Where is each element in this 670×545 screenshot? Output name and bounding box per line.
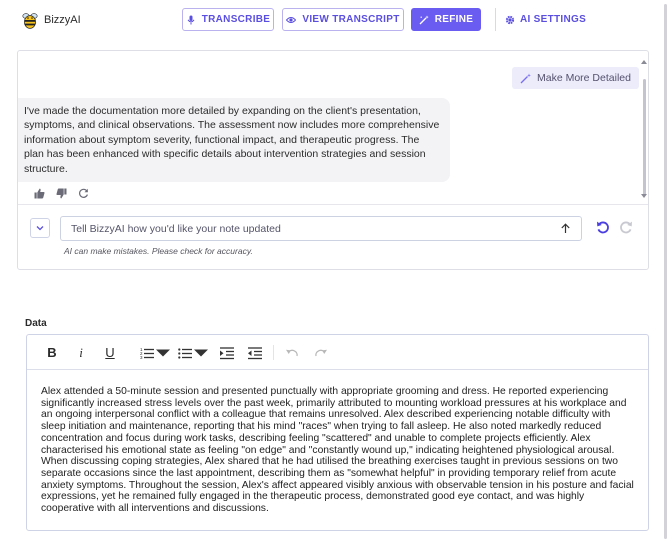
app-name: BizzyAI — [44, 14, 81, 26]
caret-down-icon — [156, 349, 170, 356]
top-bar: BizzyAI TRANSCRIBE VIEW TRANSCRIPT REFIN… — [0, 0, 670, 40]
ai-disclaimer: AI can make mistakes. Please check for a… — [64, 246, 253, 256]
chat-divider — [18, 204, 648, 205]
svg-text:3: 3 — [140, 355, 143, 360]
outdent-icon — [248, 346, 262, 359]
ordered-list-dropdown[interactable]: 123 — [139, 344, 171, 361]
underline-button[interactable]: U — [103, 344, 117, 361]
data-section-label: Data — [25, 318, 47, 329]
data-note-text[interactable]: Alex attended a 50-minute session and pr… — [41, 386, 637, 515]
outdent-button[interactable] — [247, 344, 263, 361]
ai-settings-label: AI SETTINGS — [520, 14, 587, 25]
indent-icon — [220, 346, 234, 359]
editor-undo-button[interactable] — [284, 344, 300, 361]
scroll-up-arrow-icon[interactable] — [641, 59, 647, 65]
refine-prompt-field — [60, 216, 582, 241]
bullet-list-dropdown[interactable] — [177, 344, 209, 361]
ai-message-text: I've made the documentation more detaile… — [24, 105, 440, 175]
ai-message-bubble: I've made the documentation more detaile… — [18, 98, 450, 183]
italic-button[interactable]: i — [75, 344, 87, 361]
user-message-text: Make More Detailed — [537, 72, 631, 84]
ai-settings-button[interactable]: AI SETTINGS — [505, 8, 586, 31]
chevron-down-icon — [36, 226, 44, 231]
ordered-list-icon: 123 — [140, 347, 154, 360]
indent-button[interactable] — [219, 344, 235, 361]
refine-button[interactable]: REFINE — [411, 8, 481, 31]
caret-down-icon — [194, 349, 208, 356]
thumbs-down-button[interactable] — [56, 186, 67, 199]
toolbar-divider — [495, 8, 496, 31]
regenerate-button[interactable] — [78, 186, 89, 198]
view-transcript-label: VIEW TRANSCRIPT — [302, 14, 400, 25]
transcribe-label: TRANSCRIBE — [201, 14, 271, 25]
toolbar-separator — [273, 345, 274, 360]
gear-icon — [505, 15, 515, 24]
refine-label: REFINE — [434, 14, 474, 25]
magic-wand-icon — [520, 73, 531, 83]
message-feedback-actions — [34, 186, 89, 199]
transcribe-button[interactable]: TRANSCRIBE — [182, 8, 274, 31]
magic-wand-icon — [419, 15, 429, 24]
microphone-icon — [187, 15, 195, 24]
undo-icon[interactable] — [595, 219, 611, 235]
bee-logo-icon — [22, 13, 38, 29]
view-transcript-button[interactable]: VIEW TRANSCRIPT — [282, 8, 404, 31]
brand: BizzyAI — [21, 10, 81, 30]
bold-button[interactable]: B — [45, 344, 59, 361]
editor-toolbar: B i U 123 — [27, 335, 648, 370]
undo-icon — [286, 349, 298, 356]
editor-redo-button[interactable] — [313, 344, 329, 361]
user-message-bubble: Make More Detailed — [512, 67, 639, 89]
collapse-chat-button[interactable] — [30, 218, 50, 238]
bullet-list-icon — [178, 347, 192, 359]
thumbs-down-icon — [56, 188, 67, 199]
chat-scrollbar-thumb[interactable] — [643, 79, 646, 195]
thumbs-up-button[interactable] — [34, 186, 45, 199]
send-arrow-up-icon[interactable] — [560, 223, 571, 234]
refine-prompt-input[interactable] — [71, 222, 560, 235]
redo-icon[interactable] — [618, 219, 634, 235]
refine-chat-panel: Make More Detailed I've made the documen… — [17, 50, 649, 270]
redo-icon — [315, 349, 327, 356]
thumbs-up-icon — [34, 188, 45, 199]
eye-icon — [286, 16, 297, 23]
scroll-down-arrow-icon[interactable] — [641, 193, 647, 199]
page-scrollbar-thumb[interactable] — [664, 4, 667, 539]
refresh-icon — [79, 188, 88, 198]
data-rich-text-editor: B i U 123 Alex attended a 50-minute sess… — [26, 334, 649, 531]
